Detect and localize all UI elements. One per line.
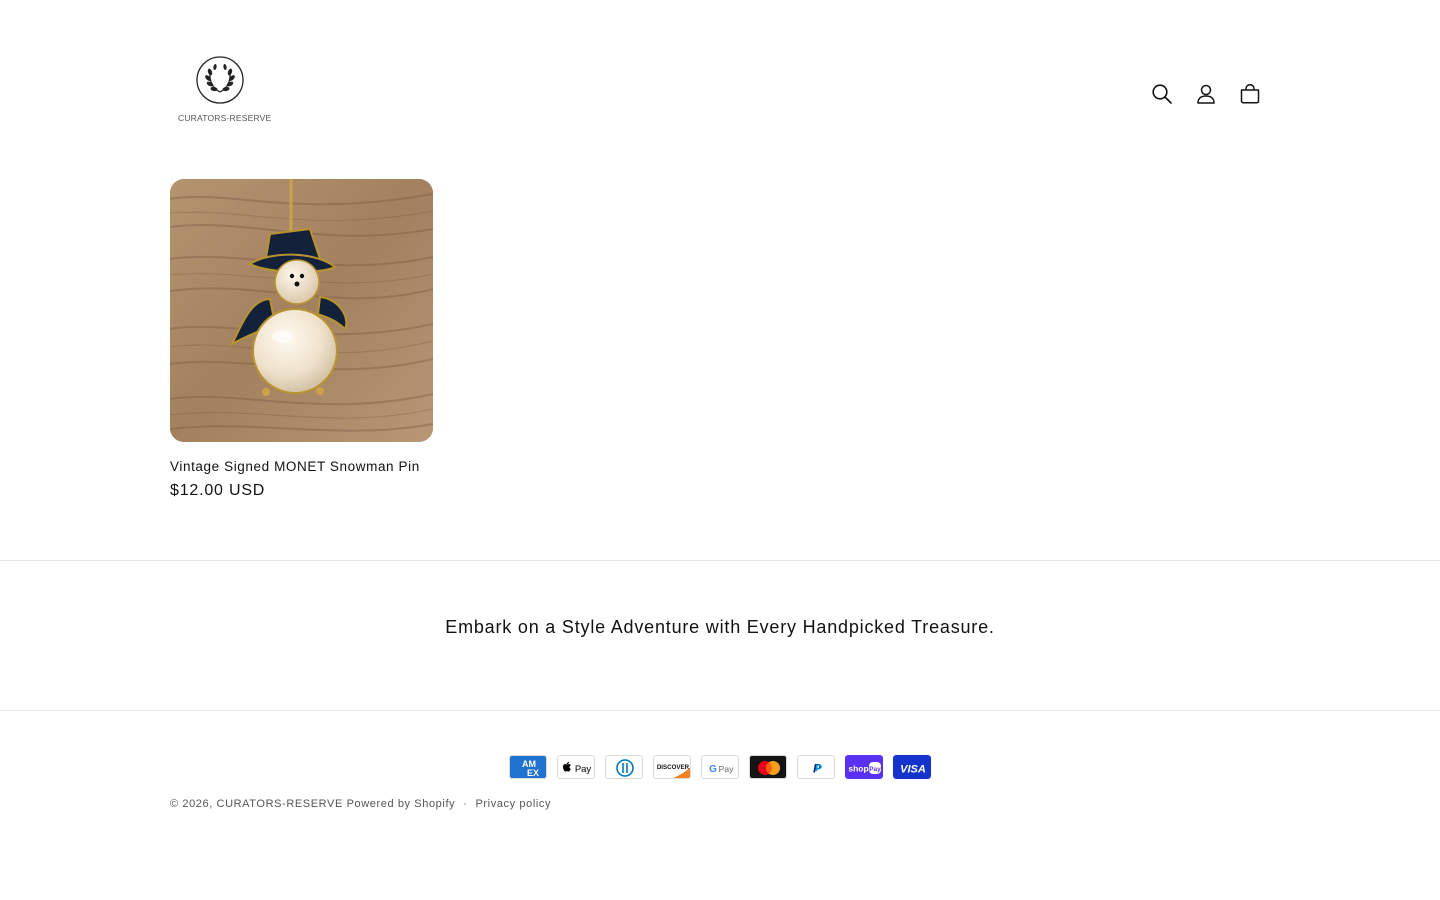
snowman-pin-photo xyxy=(170,179,433,442)
site-header: CURATORS-RESERVE xyxy=(0,0,1440,170)
discover-icon: DISCOVER xyxy=(653,755,691,779)
amex-icon: AM EX xyxy=(509,755,547,779)
product-image[interactable] xyxy=(170,179,433,442)
separator-dot: · xyxy=(463,798,468,810)
payment-methods: AM EX Pay DISCOVER G Pay P P shop Pay VI… xyxy=(509,755,931,779)
svg-text:VISA: VISA xyxy=(900,764,926,776)
footer-bottom-divider xyxy=(0,710,1440,711)
copyright-text: © 2026, xyxy=(170,798,213,810)
cart-icon xyxy=(1240,84,1260,104)
svg-text:Pay: Pay xyxy=(575,764,592,775)
footer-copyright: © 2026, CURATORS-RESERVE Powered by Shop… xyxy=(170,798,551,810)
search-button[interactable] xyxy=(1146,78,1178,110)
store-logo[interactable]: CURATORS-RESERVE xyxy=(170,50,272,130)
paypal-icon: P P xyxy=(797,755,835,779)
account-button[interactable] xyxy=(1190,78,1222,110)
store-name-link[interactable]: CURATORS-RESERVE xyxy=(217,798,343,810)
svg-text:DISCOVER: DISCOVER xyxy=(657,764,690,771)
cart-button[interactable] xyxy=(1234,78,1266,110)
logo-wordmark: CURATORS-RESERVE xyxy=(178,113,272,123)
product-card[interactable]: Vintage Signed MONET Snowman Pin $12.00 … xyxy=(170,179,433,500)
footer-tagline: Embark on a Style Adventure with Every H… xyxy=(445,617,995,637)
shop-pay-icon: shop Pay xyxy=(845,755,883,779)
mastercard-icon xyxy=(749,755,787,779)
google-pay-icon: G Pay xyxy=(701,755,739,779)
powered-by-shopify-link[interactable]: Powered by Shopify xyxy=(347,798,456,810)
account-icon xyxy=(1197,84,1215,104)
svg-text:EX: EX xyxy=(527,768,539,778)
privacy-policy-link[interactable]: Privacy policy xyxy=(475,798,551,810)
apple-pay-icon: Pay xyxy=(557,755,595,779)
svg-text:G: G xyxy=(709,764,717,775)
diners-club-icon xyxy=(605,755,643,779)
product-title[interactable]: Vintage Signed MONET Snowman Pin xyxy=(170,459,433,474)
search-icon xyxy=(1152,84,1172,104)
header-icons xyxy=(1146,78,1266,110)
visa-icon: VISA xyxy=(893,755,931,779)
laurel-logo-icon xyxy=(196,56,244,104)
svg-text:Pay: Pay xyxy=(869,766,881,773)
product-price: $12.00 USD xyxy=(170,482,266,499)
footer-top-divider xyxy=(0,560,1440,561)
svg-text:shop: shop xyxy=(848,764,868,774)
svg-text:P: P xyxy=(815,764,822,775)
svg-text:Pay: Pay xyxy=(719,764,734,774)
